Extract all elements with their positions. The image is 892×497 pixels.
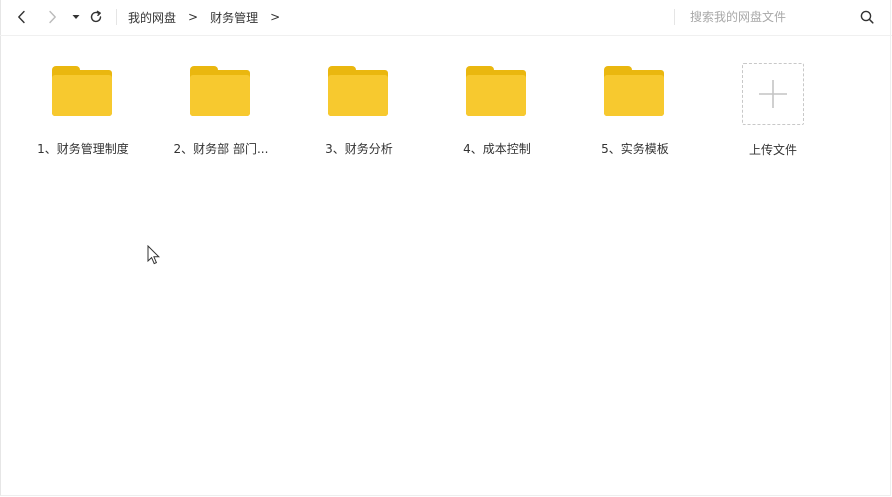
folder-tile[interactable]: 4、成本控制: [428, 60, 566, 170]
folder-tile[interactable]: 3、财务分析: [290, 60, 428, 170]
caret-down-icon: [72, 15, 80, 19]
refresh-icon: [90, 10, 102, 23]
forward-button[interactable]: [42, 7, 62, 27]
mouse-cursor-icon: [147, 245, 161, 265]
folder-name: 1、财务管理制度: [37, 142, 129, 156]
plus-icon: [759, 80, 787, 108]
folder-icon: [604, 66, 666, 118]
breadcrumb-separator[interactable]: >: [270, 10, 280, 24]
folder-icon: [466, 66, 528, 118]
folder-icon: [328, 66, 390, 118]
search-divider: [674, 9, 675, 25]
folder-tile[interactable]: 1、财务管理制度: [14, 60, 152, 170]
folder-name: 3、财务分析: [325, 142, 393, 156]
folder-name: 4、成本控制: [463, 142, 531, 156]
folder-name: 5、实务模板: [601, 142, 669, 156]
toolbar: 我的网盘 > 财务管理 >: [0, 0, 892, 36]
upload-label: 上传文件: [748, 143, 797, 157]
breadcrumb-item-finance[interactable]: 财务管理: [210, 9, 258, 26]
refresh-button[interactable]: [86, 7, 106, 27]
upload-file-tile[interactable]: 上传文件: [704, 60, 842, 170]
chevron-left-icon: [18, 10, 25, 24]
chevron-right-icon: [49, 10, 56, 24]
upload-button[interactable]: [742, 63, 804, 125]
folder-icon: [190, 66, 252, 118]
toolbar-divider: [116, 9, 117, 25]
history-dropdown-button[interactable]: [66, 7, 86, 27]
file-grid: 1、财务管理制度 2、财务部 部门... 3、财务分析 4、成本控制 5、实务模…: [14, 60, 842, 170]
search-input[interactable]: [690, 7, 850, 27]
folder-tile[interactable]: 2、财务部 部门...: [152, 60, 290, 170]
folder-icon: [52, 66, 114, 118]
breadcrumb: 我的网盘 > 财务管理 >: [128, 0, 292, 34]
folder-tile[interactable]: 5、实务模板: [566, 60, 704, 170]
breadcrumb-item-my-drive[interactable]: 我的网盘: [128, 9, 176, 26]
search-icon: [860, 10, 874, 24]
breadcrumb-separator: >: [188, 10, 199, 24]
folder-name: 2、财务部 部门...: [173, 142, 269, 156]
back-button[interactable]: [12, 7, 32, 27]
search-button[interactable]: [858, 8, 876, 26]
